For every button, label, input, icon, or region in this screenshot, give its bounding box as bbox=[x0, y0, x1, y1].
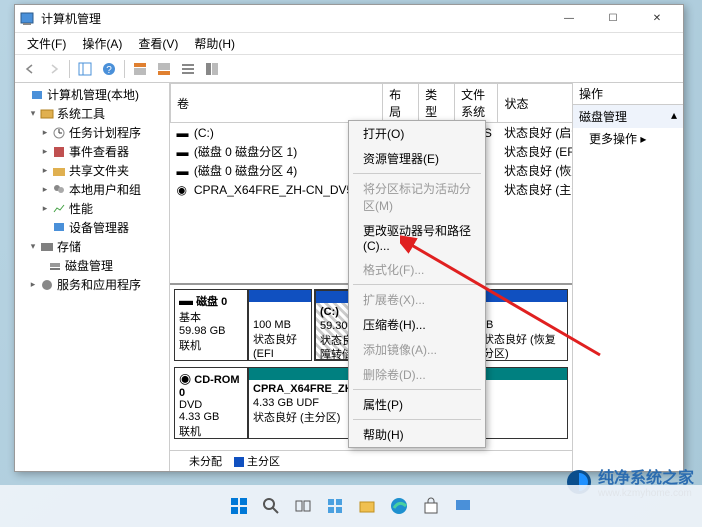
col-filesystem[interactable]: 文件系统 bbox=[455, 84, 498, 123]
tree-shared-folders[interactable]: ▸共享文件夹 bbox=[17, 161, 167, 180]
svg-text:?: ? bbox=[106, 65, 112, 76]
explorer-icon[interactable] bbox=[353, 492, 381, 520]
close-button[interactable]: ✕ bbox=[635, 5, 679, 33]
app-icon-taskbar[interactable] bbox=[449, 492, 477, 520]
view-list-button[interactable] bbox=[177, 58, 199, 80]
cm-format: 格式化(F)... bbox=[349, 257, 485, 282]
start-button[interactable] bbox=[225, 492, 253, 520]
volume-icon: ▬ bbox=[177, 145, 191, 159]
view-bottom-button[interactable] bbox=[153, 58, 175, 80]
chevron-right-icon: ▸ bbox=[640, 132, 646, 146]
cd-icon: ◉ bbox=[179, 370, 191, 387]
volume-icon: ▬ bbox=[177, 126, 191, 140]
cm-open[interactable]: 打开(O) bbox=[349, 121, 485, 146]
widgets-icon[interactable] bbox=[321, 492, 349, 520]
view-top-button[interactable] bbox=[129, 58, 151, 80]
tree-performance[interactable]: ▸性能 bbox=[17, 199, 167, 218]
help-button[interactable]: ? bbox=[98, 58, 120, 80]
minimize-button[interactable]: — bbox=[547, 5, 591, 33]
tree-task-scheduler[interactable]: ▸任务计划程序 bbox=[17, 123, 167, 142]
actions-pane: 操作 磁盘管理▴ 更多操作 ▸ bbox=[573, 83, 683, 471]
legend: 未分配 主分区 bbox=[170, 450, 572, 471]
taskbar[interactable] bbox=[0, 485, 702, 527]
collapse-icon: ▴ bbox=[671, 108, 677, 125]
task-view-icon[interactable] bbox=[289, 492, 317, 520]
store-icon[interactable] bbox=[417, 492, 445, 520]
cd-icon: ◉ bbox=[177, 183, 191, 197]
disk-0-label[interactable]: ▬ 磁盘 0 基本 59.98 GB 联机 bbox=[174, 289, 248, 361]
cm-extend: 扩展卷(X)... bbox=[349, 287, 485, 312]
edge-icon[interactable] bbox=[385, 492, 413, 520]
cm-delete: 删除卷(D)... bbox=[349, 362, 485, 387]
tree-system-tools[interactable]: ▾系统工具 bbox=[17, 104, 167, 123]
disk-icon: ▬ bbox=[179, 292, 193, 308]
partition-recovery[interactable]: IB状态良好 (恢复分区) bbox=[478, 289, 568, 361]
show-hide-tree-button[interactable] bbox=[74, 58, 96, 80]
tree-storage[interactable]: ▾存储 bbox=[17, 237, 167, 256]
tree-device-manager[interactable]: 设备管理器 bbox=[17, 218, 167, 237]
toolbar: ? bbox=[15, 55, 683, 83]
col-type[interactable]: 类型 bbox=[419, 84, 455, 123]
tree-event-viewer[interactable]: ▸事件查看器 bbox=[17, 142, 167, 161]
maximize-button[interactable]: ☐ bbox=[591, 5, 635, 33]
legend-primary-swatch bbox=[234, 457, 244, 467]
actions-section-diskmgr[interactable]: 磁盘管理▴ bbox=[573, 105, 683, 128]
menu-file[interactable]: 文件(F) bbox=[19, 33, 74, 54]
search-icon[interactable] bbox=[257, 492, 285, 520]
cm-mirror: 添加镜像(A)... bbox=[349, 337, 485, 362]
view-detail-button[interactable] bbox=[201, 58, 223, 80]
volume-icon: ▬ bbox=[177, 164, 191, 178]
action-more[interactable]: 更多操作 ▸ bbox=[573, 128, 683, 149]
titlebar[interactable]: 计算机管理 — ☐ ✕ bbox=[15, 5, 683, 33]
menu-view[interactable]: 查看(V) bbox=[130, 33, 186, 54]
col-layout[interactable]: 布局 bbox=[383, 84, 419, 123]
legend-unallocated-swatch bbox=[176, 457, 186, 467]
cm-mark-active: 将分区标记为活动分区(M) bbox=[349, 176, 485, 218]
partition-efi[interactable]: 100 MB状态良好 (EFI bbox=[248, 289, 312, 361]
cm-properties[interactable]: 属性(P) bbox=[349, 392, 485, 417]
context-menu: 打开(O) 资源管理器(E) 将分区标记为活动分区(M) 更改驱动器号和路径(C… bbox=[348, 120, 486, 448]
tree-pane[interactable]: 计算机管理(本地) ▾系统工具 ▸任务计划程序 ▸事件查看器 ▸共享文件夹 ▸本… bbox=[15, 83, 170, 471]
cm-shrink[interactable]: 压缩卷(H)... bbox=[349, 312, 485, 337]
app-icon bbox=[19, 11, 35, 27]
back-button[interactable] bbox=[19, 58, 41, 80]
tree-root[interactable]: 计算机管理(本地) bbox=[17, 85, 167, 104]
cm-explorer[interactable]: 资源管理器(E) bbox=[349, 146, 485, 171]
menu-action[interactable]: 操作(A) bbox=[74, 33, 130, 54]
tree-local-users[interactable]: ▸本地用户和组 bbox=[17, 180, 167, 199]
tree-services[interactable]: ▸服务和应用程序 bbox=[17, 275, 167, 294]
forward-button[interactable] bbox=[43, 58, 65, 80]
cdrom-label[interactable]: ◉ CD-ROM 0 DVD 4.33 GB 联机 bbox=[174, 367, 248, 439]
col-status[interactable]: 状态 bbox=[498, 84, 572, 123]
menu-bar: 文件(F) 操作(A) 查看(V) 帮助(H) bbox=[15, 33, 683, 55]
cm-help[interactable]: 帮助(H) bbox=[349, 422, 485, 447]
col-volume[interactable]: 卷 bbox=[171, 84, 383, 123]
tree-disk-management[interactable]: 磁盘管理 bbox=[17, 256, 167, 275]
window-title: 计算机管理 bbox=[41, 10, 547, 27]
menu-help[interactable]: 帮助(H) bbox=[186, 33, 243, 54]
actions-header: 操作 bbox=[573, 83, 683, 105]
cm-change-letter[interactable]: 更改驱动器号和路径(C)... bbox=[349, 218, 485, 257]
